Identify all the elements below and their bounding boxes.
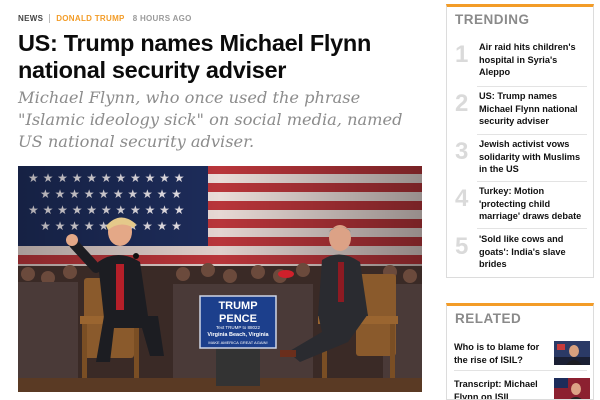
related-thumbnail[interactable] [554,341,590,365]
trending-rank: 3 [455,138,469,165]
trending-item[interactable]: 3 Jewish activist vows solidarity with M… [455,138,589,176]
related-item[interactable]: Who is to blame for the rise of ISIL? [454,341,590,366]
sign-line-1: TRUMP [218,300,257,312]
trending-link[interactable]: 'Sold like cows and goats': India's slav… [477,233,589,271]
trending-divider [477,228,587,229]
section-link[interactable]: NEWS [18,14,43,23]
trending-rank: 1 [455,41,469,68]
related-link[interactable]: Transcript: Michael Flynn on ISIL [454,378,548,399]
trending-item[interactable]: 2 US: Trump names Michael Flynn national… [455,90,589,128]
trending-divider [477,134,587,135]
related-thumbnail[interactable] [554,378,590,399]
trending-link[interactable]: Turkey: Motion 'protecting child marriag… [477,185,589,223]
related-panel: RELATED Who is to blame for the rise of … [446,303,594,400]
published-time: 8 HOURS AGO [132,13,192,23]
trending-divider [477,86,587,87]
sign-line-2: PENCE [219,313,257,325]
trending-panel: TRENDING 1 Air raid hits children's hosp… [446,4,594,278]
trending-divider [477,181,587,182]
sign-line-5: MAKE AMERICA GREAT AGAIN! [208,340,267,345]
trending-rank: 4 [455,185,469,212]
article-headline: US: Trump names Michael Flynn national s… [18,30,372,83]
trending-link[interactable]: Air raid hits children's hospital in Syr… [477,41,589,79]
sign-line-4: Virginia Beach, Virginia [207,332,269,338]
topic-link[interactable]: DONALD TRUMP [56,14,124,23]
trending-item[interactable]: 1 Air raid hits children's hospital in S… [455,41,589,79]
trending-title: TRENDING [455,12,530,27]
trending-link[interactable]: US: Trump names Michael Flynn national s… [477,90,589,128]
related-divider [454,370,587,371]
sign-line-3: Text TRUMP to 88022 [216,325,261,330]
red-cap [278,270,294,278]
trending-item[interactable]: 4 Turkey: Motion 'protecting child marri… [455,185,589,223]
article-standfirst: Michael Flynn, who once used the phrase … [18,88,403,151]
article-meta: NEWS DONALD TRUMP 8 HOURS AGO [18,12,192,24]
related-item[interactable]: Transcript: Michael Flynn on ISIL [454,378,590,399]
article-hero-image: ★ ★ ★ ★ ★ ★ ★ ★ ★ ★ ★ ★ ★ ★ ★ ★ ★ ★ ★ ★ … [18,166,422,392]
trending-rank: 5 [455,233,469,260]
trending-rank: 2 [455,90,469,117]
rally-photo: ★ ★ ★ ★ ★ ★ ★ ★ ★ ★ ★ ★ ★ ★ ★ ★ ★ ★ ★ ★ … [18,166,422,392]
related-link[interactable]: Who is to blame for the rise of ISIL? [454,341,548,366]
meta-divider [49,13,51,23]
trending-link[interactable]: Jewish activist vows solidarity with Mus… [477,138,589,176]
related-title: RELATED [455,311,522,326]
trending-item[interactable]: 5 'Sold like cows and goats': India's sl… [455,233,589,271]
